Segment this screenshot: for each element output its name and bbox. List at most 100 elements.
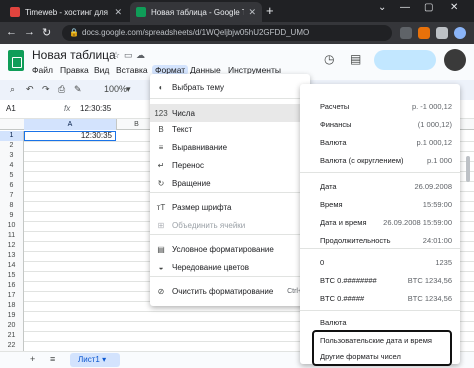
format-menu-item[interactable]: ↵ Перенос (150, 156, 310, 174)
add-sheet-button[interactable]: + (30, 354, 35, 364)
close-window-button[interactable]: ✕ (450, 2, 458, 13)
row-header[interactable]: 4 (0, 161, 24, 171)
search-menus-icon[interactable]: ⌕ (10, 84, 15, 95)
row-header[interactable]: 10 (0, 221, 24, 231)
sheet-tab-active[interactable]: Лист1 ▾ (70, 353, 120, 367)
row-header[interactable]: 19 (0, 311, 24, 321)
forward-icon[interactable]: → (24, 26, 35, 38)
maximize-button[interactable]: ▢ (424, 2, 433, 13)
row-header[interactable]: 16 (0, 281, 24, 291)
format-menu-item-label: Выравнивание (172, 142, 228, 152)
menu-edit[interactable]: Правка (60, 65, 89, 75)
row-header[interactable]: 12 (0, 241, 24, 251)
undo-icon[interactable]: ↶ (26, 84, 34, 95)
browser-tab-timeweb[interactable]: Timeweb - хостинг для сайтов ✕ (4, 2, 128, 22)
column-header-a[interactable]: A (24, 119, 116, 130)
format-menu-item-label: Вращение (172, 178, 211, 188)
row-header[interactable]: 15 (0, 271, 24, 281)
menu-file[interactable]: Файл (32, 65, 53, 75)
extension-icon[interactable] (400, 27, 412, 39)
format-menu-item[interactable]: B Текст (150, 120, 310, 138)
row-header[interactable]: 13 (0, 251, 24, 261)
number-format-item[interactable]: Валюта (320, 316, 454, 330)
format-menu-item[interactable]: тТ Размер шрифта (150, 198, 310, 216)
extension-icon[interactable] (418, 27, 430, 39)
bold-icon: B (158, 124, 164, 134)
row-header[interactable]: 18 (0, 301, 24, 311)
close-tab-icon[interactable]: ✕ (248, 7, 256, 18)
formula-input[interactable]: 12:30:35 (80, 104, 111, 113)
row-header[interactable]: 20 (0, 321, 24, 331)
puzzle-icon[interactable] (436, 27, 448, 39)
cloud-status-icon[interactable]: ☁ (136, 50, 145, 61)
number-format-item[interactable]: Продолжительность 24:01:00 (320, 234, 454, 248)
menu-divider (300, 310, 460, 311)
row-header[interactable]: 22 (0, 341, 24, 351)
menu-divider (150, 276, 310, 277)
row-header[interactable]: 7 (0, 191, 24, 201)
close-tab-icon[interactable]: ✕ (114, 7, 122, 18)
number-format-label: Дата (320, 182, 337, 191)
browser-tab-sheets[interactable]: Новая таблица - Google Табли ✕ (130, 2, 262, 22)
row-header[interactable]: 6 (0, 181, 24, 191)
number-format-label: Дата и время (320, 218, 367, 227)
number-format-item[interactable]: Финансы (1 000,12) (320, 118, 454, 132)
reload-icon[interactable]: ↻ (42, 26, 51, 39)
row-header[interactable]: 9 (0, 211, 24, 221)
number-format-item[interactable]: Время 15:59:00 (320, 198, 454, 212)
format-menu-item[interactable]: ↻ Вращение (150, 174, 310, 192)
move-folder-icon[interactable]: ▭ (124, 50, 133, 61)
sheets-logo-icon[interactable] (8, 50, 24, 71)
number-format-item[interactable]: Дата 26.09.2008 (320, 180, 454, 194)
row-header[interactable]: 2 (0, 141, 24, 151)
format-menu-item[interactable]: ◒ Чередование цветов (150, 258, 310, 276)
number-format-item[interactable]: Валюта р.1 000,12 (320, 136, 454, 150)
menu-insert[interactable]: Вставка (116, 65, 148, 75)
star-icon[interactable]: ☆ (112, 50, 120, 61)
number-format-item[interactable]: 0 1235 (320, 256, 454, 270)
number-format-item[interactable]: BTC 0.######## BTC 1234,56 (320, 274, 454, 288)
menu-divider (300, 248, 460, 249)
document-title[interactable]: Новая таблица (32, 48, 116, 62)
history-icon[interactable]: ◷ (324, 52, 334, 66)
row-header[interactable]: 17 (0, 291, 24, 301)
share-button[interactable] (374, 50, 436, 70)
redo-icon[interactable]: ↷ (42, 84, 50, 95)
print-icon[interactable]: ⎙ (58, 84, 65, 95)
number-format-example: р.1 000 (426, 156, 452, 165)
profile-icon[interactable] (454, 27, 466, 39)
comments-icon[interactable]: ▤ (350, 52, 361, 66)
new-tab-button[interactable]: + (266, 3, 274, 18)
url-field[interactable]: 🔒 docs.google.com/spreadsheets/d/1WQeljb… (62, 25, 392, 41)
alternating-colors-icon: ◒ (158, 262, 164, 272)
row-header[interactable]: 21 (0, 331, 24, 341)
name-box[interactable]: A1 (6, 104, 16, 113)
format-menu-item-label: Числа (172, 108, 195, 118)
row-header[interactable]: 5 (0, 171, 24, 181)
number-format-example: 26.09.2008 (414, 182, 452, 191)
tab-search-icon[interactable]: ⌄ (378, 2, 386, 13)
row-header[interactable]: 1 (0, 131, 24, 141)
row-header[interactable]: 11 (0, 231, 24, 241)
number-format-item[interactable]: BTC 0.##### BTC 1234,56 (320, 292, 454, 306)
submenu-scrollbar[interactable] (466, 156, 470, 182)
format-menu-item[interactable]: ≡ Выравнивание (150, 138, 310, 156)
menu-view[interactable]: Вид (94, 65, 109, 75)
back-icon[interactable]: ← (6, 26, 17, 38)
format-menu-item[interactable]: ▤ Условное форматирование (150, 240, 310, 258)
minimize-button[interactable]: — (400, 2, 410, 13)
format-menu: ◐ Выбрать тему 123 Числа B Текст ≡ Выравнивание… (150, 74, 310, 306)
number-format-item[interactable]: Дата и время 26.09.2008 15:59:00 (320, 216, 454, 230)
all-sheets-button[interactable]: ≡ (50, 354, 55, 364)
number-format-item[interactable]: Расчеты р. -1 000,12 (320, 100, 454, 114)
paint-format-icon[interactable]: ✎ (74, 84, 82, 95)
row-header[interactable]: 8 (0, 201, 24, 211)
number-format-item[interactable]: Валюта (с округлением) р.1 000 (320, 154, 454, 168)
format-menu-item[interactable]: ⊘ Очистить форматирование Ctrl+\ (150, 282, 310, 300)
avatar[interactable] (444, 49, 466, 71)
zoom-select[interactable]: 100% (104, 84, 127, 94)
row-header[interactable]: 14 (0, 261, 24, 271)
cell-a1[interactable]: 12:30:35 (24, 131, 116, 141)
format-menu-item[interactable]: ◐ Выбрать тему (150, 78, 310, 96)
row-header[interactable]: 3 (0, 151, 24, 161)
